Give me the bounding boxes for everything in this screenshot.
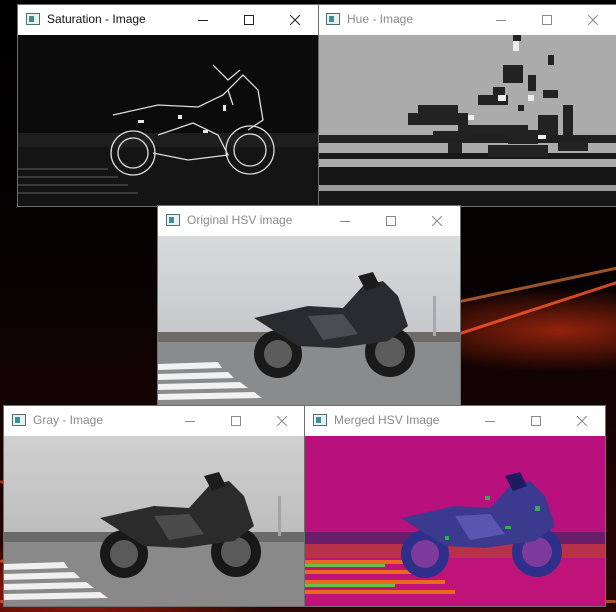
- maximize-button[interactable]: [213, 406, 259, 436]
- maximize-button[interactable]: [524, 5, 570, 35]
- gray-image: [4, 436, 305, 606]
- opencv-window-icon: [26, 13, 40, 25]
- merged-hsv-image: [305, 436, 605, 606]
- minimize-icon: [340, 221, 350, 222]
- close-icon: [277, 416, 287, 426]
- gray-window-title: Gray - Image: [33, 413, 104, 427]
- original-window-title: Original HSV image: [187, 213, 293, 227]
- maximize-button[interactable]: [368, 206, 414, 236]
- opencv-window-icon: [12, 414, 26, 426]
- maximize-button[interactable]: [226, 5, 272, 35]
- original-window-titlebar[interactable]: Original HSV image: [158, 206, 460, 236]
- maximize-icon: [386, 216, 396, 226]
- close-icon: [290, 15, 300, 25]
- saturation-window-title: Saturation - Image: [47, 12, 146, 26]
- opencv-window-icon: [166, 214, 180, 226]
- minimize-button[interactable]: [167, 406, 213, 436]
- hue-window[interactable]: Hue - Image: [318, 5, 616, 206]
- close-icon: [577, 416, 587, 426]
- minimize-icon: [496, 20, 506, 21]
- hue-window-title: Hue - Image: [347, 12, 414, 26]
- original-hsv-window[interactable]: Original HSV image: [158, 206, 460, 405]
- gray-window[interactable]: Gray - Image: [4, 406, 305, 606]
- minimize-icon: [485, 421, 495, 422]
- saturation-image: [18, 35, 318, 206]
- minimize-button[interactable]: [467, 406, 513, 436]
- minimize-button[interactable]: [478, 5, 524, 35]
- merged-window-title: Merged HSV Image: [334, 413, 440, 427]
- close-icon: [588, 15, 598, 25]
- close-icon: [432, 216, 442, 226]
- close-button[interactable]: [570, 5, 616, 35]
- maximize-icon: [531, 416, 541, 426]
- minimize-button[interactable]: [322, 206, 368, 236]
- wallpaper-streak: [459, 258, 616, 303]
- merged-hsv-window[interactable]: Merged HSV Image: [305, 406, 605, 606]
- minimize-icon: [185, 421, 195, 422]
- maximize-icon: [244, 15, 254, 25]
- close-button[interactable]: [259, 406, 305, 436]
- minimize-icon: [198, 20, 208, 21]
- hue-image: [318, 35, 616, 206]
- close-button[interactable]: [272, 5, 318, 35]
- opencv-window-icon: [326, 13, 340, 25]
- merged-window-titlebar[interactable]: Merged HSV Image: [305, 406, 605, 436]
- original-hsv-image: [158, 236, 460, 405]
- maximize-icon: [231, 416, 241, 426]
- opencv-window-icon: [313, 414, 327, 426]
- minimize-button[interactable]: [180, 5, 226, 35]
- saturation-window[interactable]: Saturation - Image: [18, 5, 318, 206]
- gray-window-titlebar[interactable]: Gray - Image: [4, 406, 305, 436]
- maximize-icon: [542, 15, 552, 25]
- maximize-button[interactable]: [513, 406, 559, 436]
- close-button[interactable]: [559, 406, 605, 436]
- close-button[interactable]: [414, 206, 460, 236]
- hue-window-titlebar[interactable]: Hue - Image: [318, 5, 616, 35]
- saturation-window-titlebar[interactable]: Saturation - Image: [18, 5, 318, 35]
